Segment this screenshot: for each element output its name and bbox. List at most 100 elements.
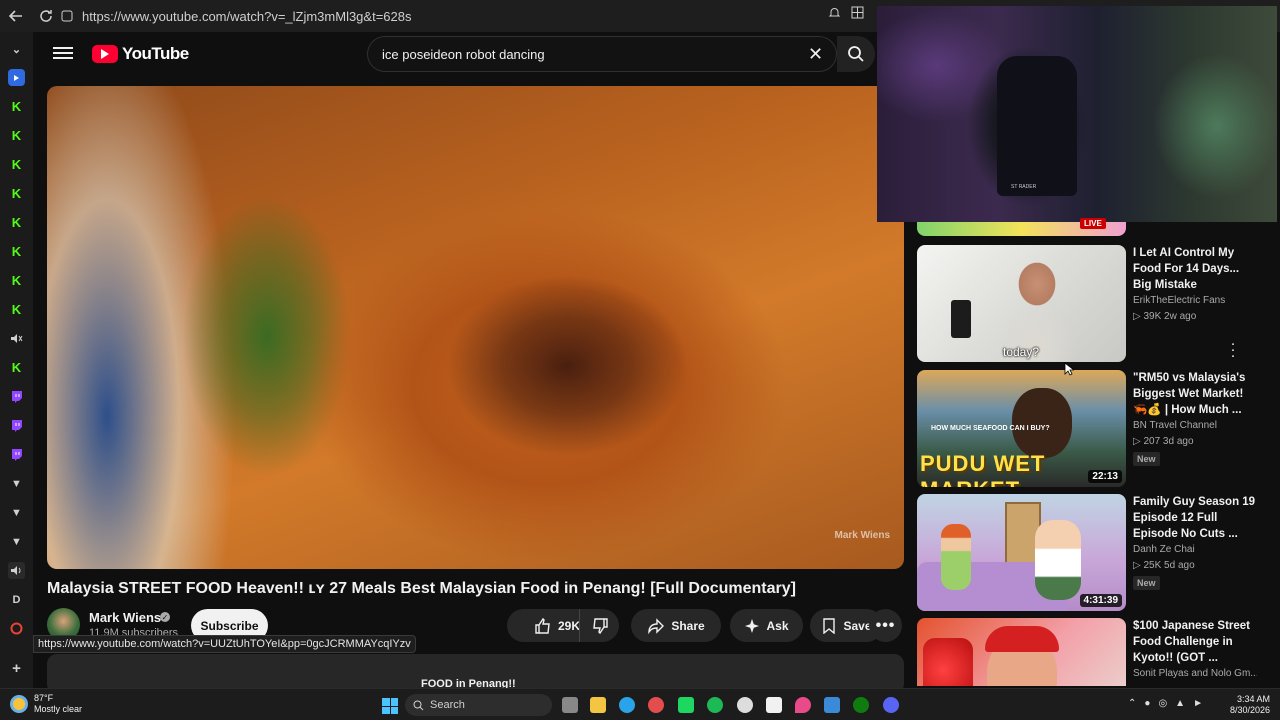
recommendation-item[interactable]: $100 Japanese Street Food Challenge in K… <box>917 618 1257 686</box>
thumbnail-subtext: HOW MUCH SEAFOOD CAN I BUY? <box>931 425 1050 432</box>
new-badge: New <box>1133 452 1160 466</box>
spotify-icon[interactable] <box>707 697 723 713</box>
sidebar-tab-muted[interactable] <box>8 330 25 347</box>
sidebar-tab-kick-6[interactable]: K <box>8 243 25 260</box>
reload-button[interactable] <box>32 2 60 30</box>
xbox-icon[interactable] <box>853 697 869 713</box>
stream-overlay: ST RADER <box>877 6 1277 222</box>
sidebar-tab-download-2[interactable]: ▼ <box>8 504 25 521</box>
sidebar-tab-kick-9[interactable]: K <box>8 359 25 376</box>
play-icon <box>14 74 19 81</box>
recommendation-channel[interactable]: Danh Ze Chai <box>1133 544 1195 555</box>
file-explorer-icon[interactable] <box>590 697 606 713</box>
extensions-icon[interactable] <box>851 6 864 22</box>
weather-condition: Mostly clear <box>34 704 83 714</box>
notification-bell-icon[interactable] <box>828 6 841 22</box>
sidebar-tab-kick-8[interactable]: K <box>8 301 25 318</box>
sidebar-collapse-icon[interactable]: ⌄ <box>8 41 25 58</box>
menu-icon[interactable] <box>53 44 73 64</box>
recommendation-channel[interactable]: BN Travel Channel <box>1133 420 1217 431</box>
edge-icon[interactable] <box>619 697 635 713</box>
recommendation-channel[interactable]: ErikTheElectric Fans <box>1133 295 1225 306</box>
recommendation-thumbnail[interactable]: today? <box>917 245 1126 362</box>
back-arrow-icon <box>9 10 22 22</box>
ask-button[interactable]: Ask <box>730 609 803 642</box>
tray-overflow-icon[interactable]: ⌃ <box>1128 698 1136 709</box>
sidebar-tab-twitch-3[interactable] <box>8 446 25 463</box>
weather-text: 87°F Mostly clear <box>34 693 82 715</box>
sidebar-tab-kick-5[interactable]: K <box>8 214 25 231</box>
back-button[interactable] <box>2 2 30 30</box>
wifi-icon[interactable]: ▲ <box>1175 698 1185 709</box>
spreadsheet-icon[interactable] <box>678 697 694 713</box>
sidebar-tab-kick-2[interactable]: K <box>8 127 25 144</box>
recommendation-thumbnail[interactable] <box>917 618 1126 686</box>
live-badge: LIVE <box>1080 218 1106 229</box>
task-view-icon[interactable] <box>562 697 578 713</box>
thumbnail-phone <box>951 300 971 338</box>
bookmark-icon <box>823 617 836 634</box>
app-icon[interactable] <box>648 697 664 713</box>
ask-label: Ask <box>766 618 789 633</box>
recommendation-item[interactable]: today? I Let AI Control My Food For 14 D… <box>917 245 1257 363</box>
youtube-logo[interactable]: YouTube <box>92 44 189 64</box>
recommendation-item[interactable]: 4:31:39 Family Guy Season 19 Episode 12 … <box>917 494 1257 612</box>
sidebar-tab-kick-4[interactable]: K <box>8 185 25 202</box>
reload-icon <box>40 10 52 22</box>
youtube-play-icon <box>92 45 118 63</box>
recommendation-stats: ▷ 25K 5d ago <box>1133 560 1195 571</box>
recommendation-title[interactable]: Family Guy Season 19 Episode 12 Full Epi… <box>1133 494 1257 542</box>
start-button[interactable] <box>382 698 398 714</box>
address-bar[interactable]: https://www.youtube.com/watch?v=_lZjm3mM… <box>60 5 880 27</box>
date: 8/30/2026 <box>1229 705 1270 715</box>
sidebar-tab-google[interactable] <box>8 620 25 637</box>
share-button[interactable]: Share <box>631 609 721 642</box>
clear-search-icon[interactable]: ✕ <box>808 44 823 65</box>
sidebar-tab-twitch-2[interactable] <box>8 417 25 434</box>
sidebar-tab-youtube[interactable] <box>8 69 25 86</box>
recommendation-thumbnail[interactable]: HOW MUCH SEAFOOD CAN I BUY? PUDU WET MAR… <box>917 370 1126 487</box>
tray-app-icon[interactable]: ● <box>1144 698 1150 709</box>
clock[interactable]: 3:34 AM 8/30/2026 <box>1224 694 1270 716</box>
recommendation-thumbnail[interactable]: 4:31:39 <box>917 494 1126 611</box>
search-input[interactable]: ice poseideon robot dancing <box>367 36 837 72</box>
weather-widget[interactable]: 87°F Mostly clear <box>10 693 82 715</box>
sidebar-tab-kick-3[interactable]: K <box>8 156 25 173</box>
recommendation-title[interactable]: $100 Japanese Street Food Challenge in K… <box>1133 618 1257 666</box>
sparkle-icon <box>745 618 760 633</box>
video-player[interactable]: Mark Wiens <box>47 86 904 569</box>
like-count: 29K <box>557 618 580 633</box>
video-duration: 22:13 <box>1088 470 1122 483</box>
verified-badge-icon: ✓ <box>160 612 170 622</box>
thumbnail-character <box>1035 520 1081 600</box>
recommendation-item[interactable]: HOW MUCH SEAFOOD CAN I BUY? PUDU WET MAR… <box>917 370 1257 488</box>
recommendation-title[interactable]: I Let AI Control My Food For 14 Days... … <box>1133 245 1257 293</box>
recommendation-channel[interactable]: Sonit Playas and Nolo Gm... <box>1133 668 1257 679</box>
sidebar-add-tab-icon[interactable]: + <box>8 660 25 677</box>
sidebar-tab-kick-1[interactable]: K <box>8 98 25 115</box>
recommendation-title[interactable]: "RM50 vs Malaysia's Biggest Wet Market! … <box>1133 370 1257 418</box>
microphone-icon[interactable]: ◎ <box>1158 698 1167 709</box>
dislike-button[interactable] <box>579 609 619 642</box>
sidebar-tab-d[interactable]: D <box>8 591 25 608</box>
more-vertical-icon[interactable]: · · · <box>1230 336 1236 363</box>
volume-icon[interactable]: ► <box>1193 698 1203 709</box>
search-button[interactable] <box>837 36 875 72</box>
share-icon <box>648 617 665 634</box>
channel-name[interactable]: Mark Wiens <box>89 610 161 625</box>
site-info-icon[interactable] <box>60 9 74 23</box>
sidebar-tab-download-1[interactable]: ▼ <box>8 475 25 492</box>
sidebar-tab-audio[interactable] <box>8 562 25 579</box>
settings-icon[interactable] <box>737 697 753 713</box>
sidebar-tab-twitch-1[interactable] <box>8 388 25 405</box>
taskbar-search[interactable]: Search <box>405 694 552 716</box>
map-pin-icon[interactable] <box>795 697 811 713</box>
search-query: ice poseideon robot dancing <box>382 46 545 62</box>
more-actions-button[interactable]: ••• <box>869 609 902 642</box>
sidebar-tab-download-3[interactable]: ▼ <box>8 533 25 550</box>
sidebar-tab-kick-7[interactable]: K <box>8 272 25 289</box>
photos-icon[interactable] <box>824 697 840 713</box>
address-bar-actions <box>828 6 864 22</box>
document-icon[interactable] <box>766 697 782 713</box>
discord-icon[interactable] <box>883 697 899 713</box>
